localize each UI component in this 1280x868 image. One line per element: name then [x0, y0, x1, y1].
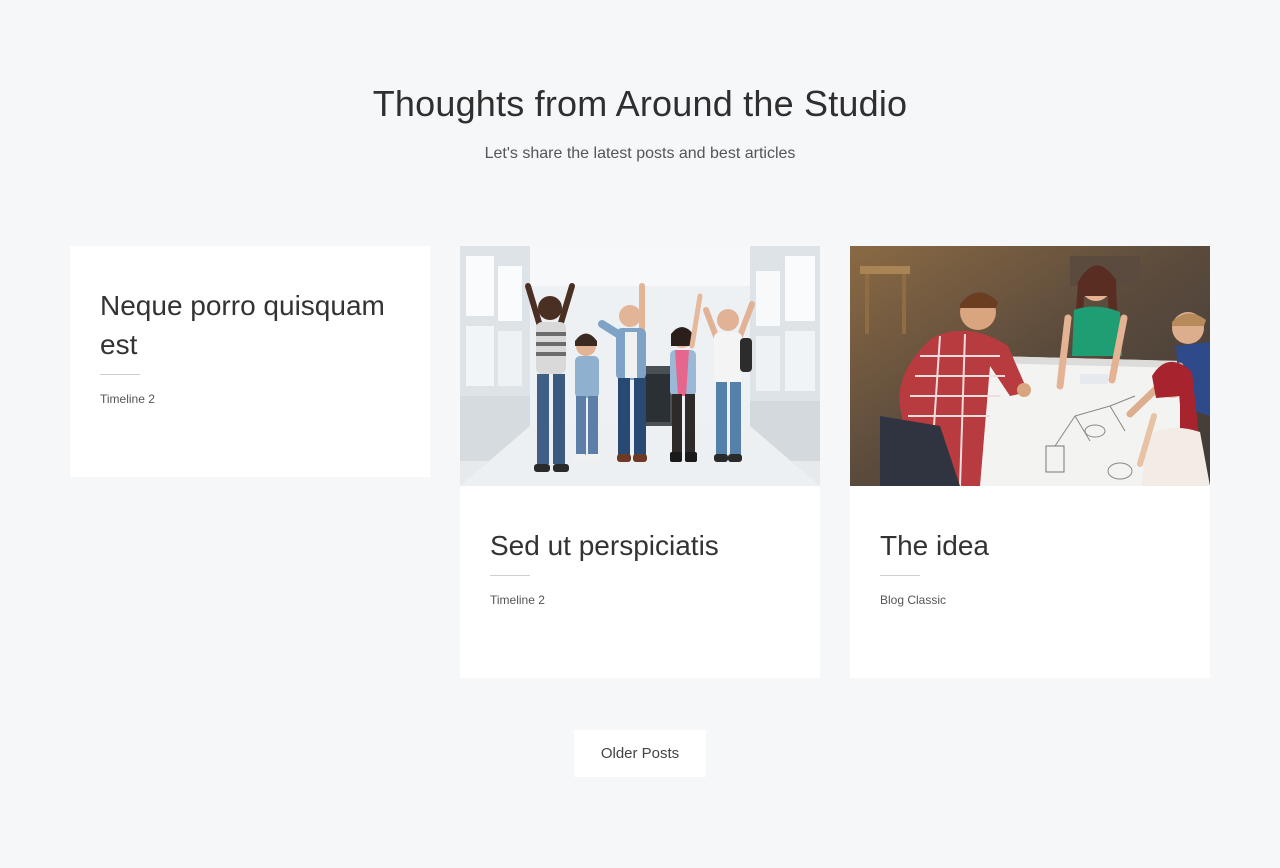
post-image-team-brainstorm[interactable] [850, 246, 1210, 486]
post-category[interactable]: Timeline 2 [100, 391, 155, 407]
post-divider [490, 575, 530, 576]
post-category[interactable]: Timeline 2 [490, 592, 545, 608]
older-posts-button[interactable]: Older Posts [574, 730, 706, 777]
post-title[interactable]: Sed ut perspiciatis [490, 526, 790, 565]
post-category[interactable]: Blog Classic [880, 592, 946, 608]
section-title: Thoughts from Around the Studio [372, 83, 908, 124]
post-image-students-jumping[interactable] [460, 246, 820, 486]
section-subtitle: Let's share the latest posts and best ar… [484, 145, 796, 162]
post-card: Sed ut perspiciatis Timeline 2 [460, 246, 820, 678]
post-title[interactable]: Neque porro quisquam est [100, 286, 400, 364]
post-card: Neque porro quisquam est Timeline 2 [70, 246, 430, 477]
post-divider [100, 374, 140, 375]
post-card: The idea Blog Classic [850, 246, 1210, 678]
post-divider [880, 575, 920, 576]
post-title[interactable]: The idea [880, 526, 1180, 565]
